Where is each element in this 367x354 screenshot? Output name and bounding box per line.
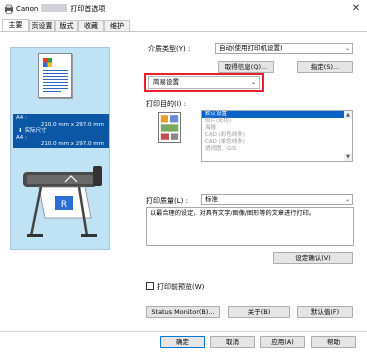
- about-button[interactable]: 关于(B): [228, 306, 290, 318]
- print-purpose-list[interactable]: 默认设置 照片(彩色) 海报 CAD (彩色线条) CAD (单色线条) 透视图…: [201, 110, 353, 162]
- list-item[interactable]: CAD (彩色线条): [202, 132, 352, 139]
- svg-text:R: R: [61, 200, 67, 210]
- settings-confirm-button[interactable]: 设定确认(V): [273, 252, 353, 264]
- scroll-down-icon[interactable]: ▼: [344, 153, 352, 161]
- media-type-label: 介质类型(Y) :: [148, 45, 191, 53]
- list-item[interactable]: 海报: [202, 125, 352, 132]
- title-bar: Canon 打印首选项 ✕: [0, 0, 367, 18]
- print-quality-value: 标准: [205, 195, 218, 203]
- list-item[interactable]: 照片(彩色): [202, 118, 352, 125]
- chevron-down-icon: ⌄: [344, 45, 350, 52]
- large-format-printer-icon: R: [23, 166, 102, 237]
- status-monitor-button[interactable]: Status Monitor(B)...: [146, 306, 220, 318]
- footer-divider: [0, 331, 367, 332]
- purpose-preview-icon: [158, 112, 181, 143]
- print-quality-select[interactable]: 标准 ⌄: [201, 194, 353, 205]
- print-purpose-label: 打印目的(I) :: [146, 100, 187, 108]
- highlight-frame: [144, 73, 264, 92]
- help-button[interactable]: 帮助: [311, 336, 356, 348]
- print-quality-label: 打印质量(L) :: [146, 197, 188, 205]
- settings-preview: A4 : 210.0 mm x 297.0 mm ⬇ 实际尺寸 A4 : 210…: [10, 47, 110, 250]
- specify-button[interactable]: 指定(S)...: [297, 61, 353, 73]
- scroll-up-icon[interactable]: ▲: [344, 111, 352, 119]
- defaults-button[interactable]: 默认值(F): [297, 306, 353, 318]
- apply-button[interactable]: 应用(A): [260, 336, 305, 348]
- preview-before-print-checkbox[interactable]: [146, 282, 154, 290]
- redacted-model: [41, 4, 68, 12]
- arrow-down-icon: ⬇: [18, 128, 23, 134]
- close-button[interactable]: ✕: [349, 2, 363, 16]
- app-name: Canon: [16, 5, 39, 13]
- list-item[interactable]: 透视图、GIS: [202, 146, 352, 153]
- media-type-value: 自动(使用打印机设置): [219, 44, 283, 52]
- output-paper-dims: 210.0 mm x 297.0 mm: [40, 141, 104, 147]
- chevron-down-icon: ⌄: [344, 196, 350, 203]
- color-logo-icon: [43, 58, 52, 67]
- get-info-button[interactable]: 取得信息(Q)...: [218, 61, 274, 73]
- list-item[interactable]: CAD (单色线条): [202, 139, 352, 146]
- printer-app-icon: [5, 4, 13, 14]
- dialog-title: 打印首选项: [70, 5, 106, 13]
- paper-size-info: A4 : 210.0 mm x 297.0 mm ⬇ 实际尺寸 A4 : 210…: [13, 114, 109, 148]
- ok-button[interactable]: 确定: [160, 336, 205, 348]
- actual-size-label: 实际尺寸: [24, 128, 47, 134]
- cancel-button[interactable]: 取消: [210, 336, 255, 348]
- quality-description: 以最合理的设定，对具有文字/图像/图形等的文章进行打印。: [146, 207, 354, 246]
- paper-preview: [38, 53, 72, 98]
- window-title: Canon 打印首选项: [16, 4, 105, 14]
- media-type-select[interactable]: 自动(使用打印机设置) ⌄: [215, 43, 353, 54]
- preview-before-print-label: 打印前预览(W): [157, 283, 205, 291]
- list-item[interactable]: 默认设置: [202, 111, 352, 118]
